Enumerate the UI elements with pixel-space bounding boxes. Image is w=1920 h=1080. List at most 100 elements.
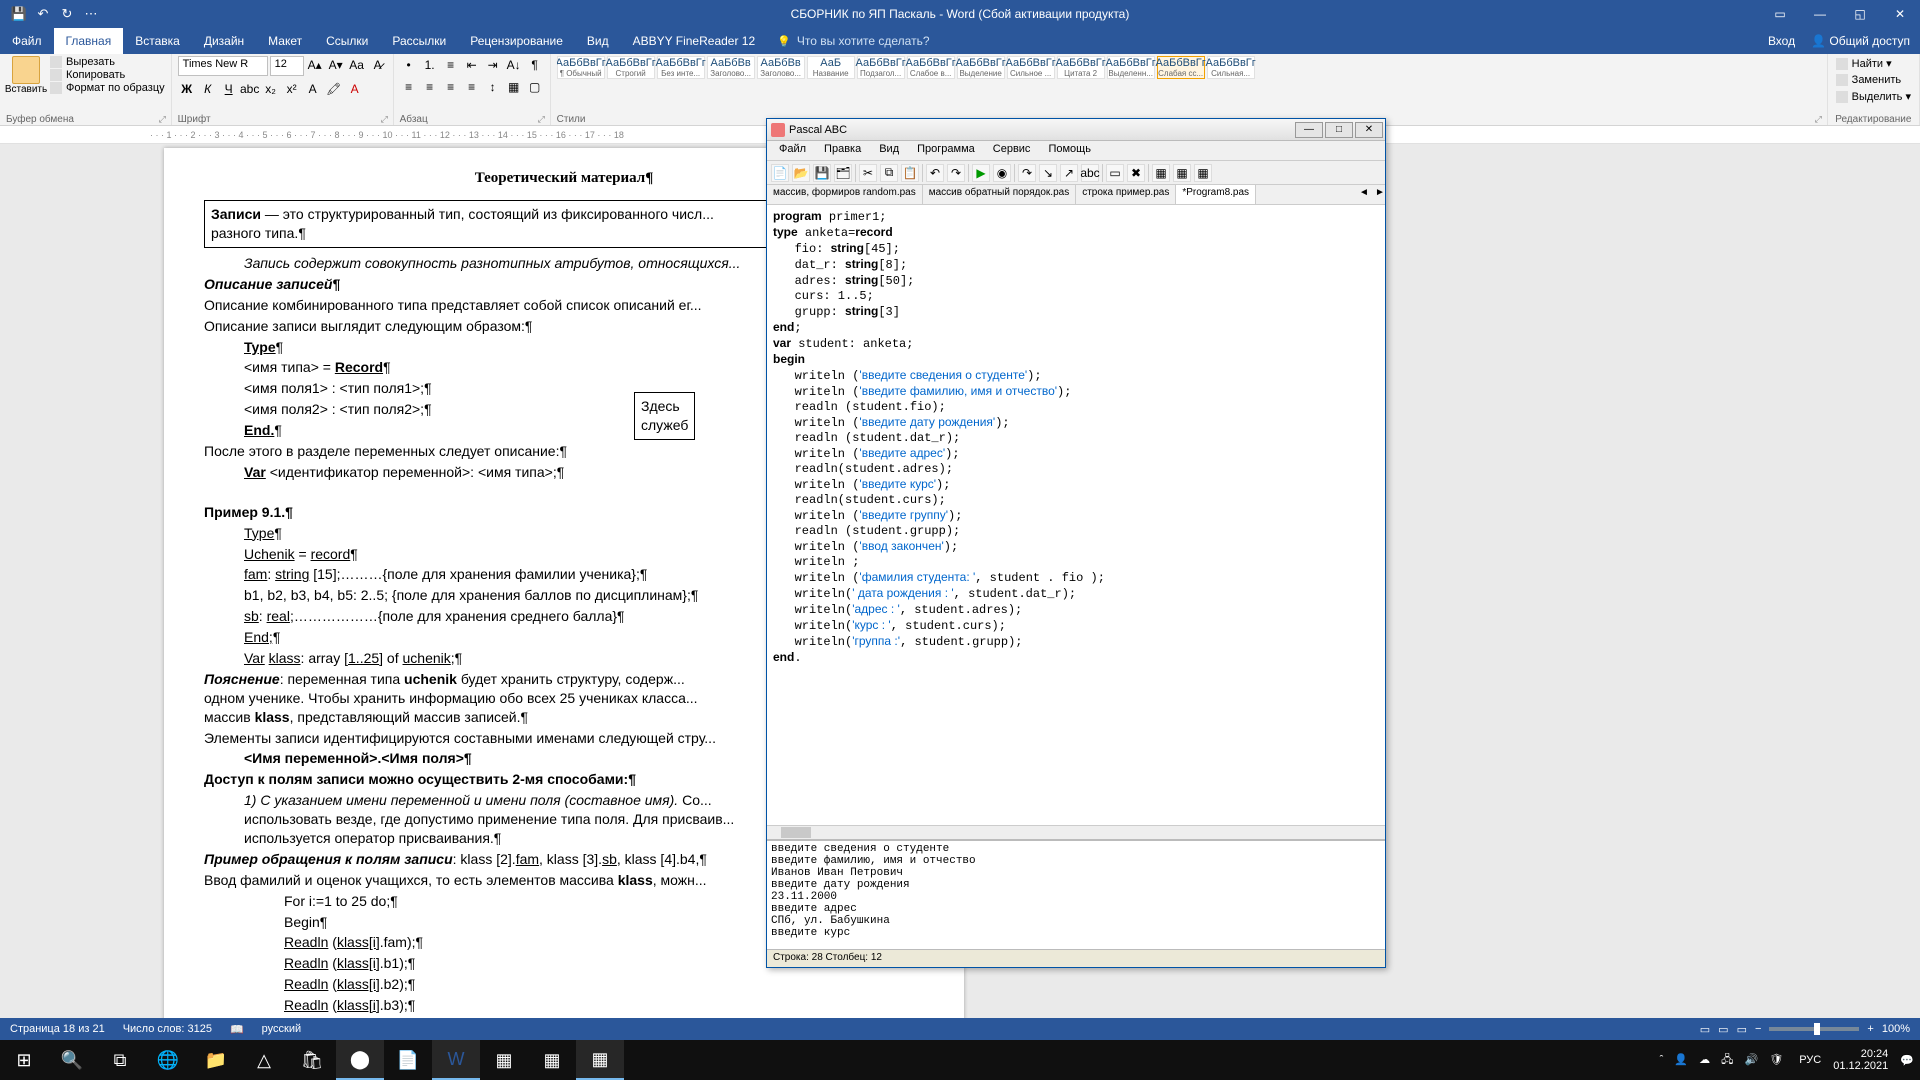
style-item[interactable]: АаБбВвГгПодзагол... <box>857 56 905 79</box>
pascal-menu-item[interactable]: Сервис <box>985 141 1039 160</box>
tb-store[interactable]: 🛍 <box>288 1040 336 1080</box>
tb-chrome[interactable]: ⬤ <box>336 1040 384 1080</box>
view-print-icon[interactable]: ▭ <box>1718 1023 1728 1036</box>
style-item[interactable]: АаБбВвГгЦитата 2 <box>1057 56 1105 79</box>
tab-review[interactable]: Рецензирование <box>458 28 575 54</box>
minimize-icon[interactable]: — <box>1800 0 1840 28</box>
borders-icon[interactable]: ▢ <box>526 78 544 96</box>
tray-up-icon[interactable]: ˆ <box>1660 1054 1664 1066</box>
increase-indent-icon[interactable]: ⇥ <box>484 56 502 74</box>
dialog-launcher-icon[interactable]: ⤢ <box>538 114 548 124</box>
find-button[interactable]: Найти ▾ <box>1834 56 1894 71</box>
highlight-icon[interactable]: 🖍 <box>325 80 343 98</box>
tb-word[interactable]: W <box>432 1040 480 1080</box>
tab-layout[interactable]: Макет <box>256 28 314 54</box>
tab-references[interactable]: Ссылки <box>314 28 380 54</box>
tb-notepad[interactable]: 📄 <box>384 1040 432 1080</box>
bold-icon[interactable]: Ж <box>178 80 196 98</box>
align-right-icon[interactable]: ≡ <box>442 78 460 96</box>
tb-cut-icon[interactable]: ✂ <box>859 164 877 182</box>
style-item[interactable]: АаБбВвГг¶ Обычный <box>557 56 605 79</box>
zoom-slider[interactable] <box>1769 1027 1859 1031</box>
tellme-field[interactable]: Что вы хотите сделать? <box>777 28 929 54</box>
style-item[interactable]: АаБбВвГгСлабая сс... <box>1157 56 1205 79</box>
start-button[interactable]: ⊞ <box>0 1040 48 1080</box>
tab-file[interactable]: Файл <box>0 28 54 54</box>
tb-stepin-icon[interactable]: ↘ <box>1039 164 1057 182</box>
tb-redo-icon[interactable]: ↷ <box>947 164 965 182</box>
zoom-value[interactable]: 100% <box>1882 1023 1910 1035</box>
view-read-icon[interactable]: ▭ <box>1700 1023 1710 1036</box>
grow-font-icon[interactable]: A▴ <box>306 56 324 74</box>
tb-stepover-icon[interactable]: ↷ <box>1018 164 1036 182</box>
pascal-menu-item[interactable]: Вид <box>871 141 907 160</box>
style-item[interactable]: АаБбВвГгСильное ... <box>1007 56 1055 79</box>
style-item[interactable]: АаБНазвание <box>807 56 855 79</box>
pascal-file-tab[interactable]: строка пример.pas <box>1076 185 1176 204</box>
tray-net-icon[interactable]: 🖧 <box>1721 1054 1733 1066</box>
tray-cloud-icon[interactable]: ☁ <box>1699 1054 1710 1066</box>
style-item[interactable]: АаБбВвЗаголово... <box>757 56 805 79</box>
pascal-maximize-icon[interactable]: □ <box>1325 122 1353 138</box>
dialog-launcher-icon[interactable]: ⤢ <box>1815 114 1825 124</box>
subscript-icon[interactable]: x₂ <box>262 80 280 98</box>
strike-icon[interactable]: abc <box>241 80 259 98</box>
decrease-indent-icon[interactable]: ⇤ <box>463 56 481 74</box>
pascal-close-icon[interactable]: ✕ <box>1355 122 1383 138</box>
style-item[interactable]: АаБбВвГгВыделенн... <box>1107 56 1155 79</box>
tb-form-icon[interactable]: ▦ <box>1173 164 1191 182</box>
sort-icon[interactable]: A↓ <box>505 56 523 74</box>
tb-paste-icon[interactable]: 📋 <box>901 164 919 182</box>
cut-button[interactable]: Вырезать <box>50 56 165 68</box>
status-words[interactable]: Число слов: 3125 <box>123 1023 212 1035</box>
pascal-code-editor[interactable]: program primer1; type anketa=record fio:… <box>767 205 1385 825</box>
tb-explorer[interactable]: 📁 <box>192 1040 240 1080</box>
style-item[interactable]: АаБбВвГгСтрогий <box>607 56 655 79</box>
dialog-launcher-icon[interactable]: ⤢ <box>159 114 169 124</box>
paste-button[interactable]: Вставить <box>6 56 46 95</box>
align-center-icon[interactable]: ≡ <box>421 78 439 96</box>
qat-more[interactable]: ⋯ <box>82 5 100 23</box>
share-button[interactable]: 👤 Общий доступ <box>1811 34 1910 48</box>
style-item[interactable]: АаБбВвГгВыделение <box>957 56 1005 79</box>
tray[interactable]: ˆ 👤 ☁ 🖧 🔊 🛡 <box>1656 1051 1788 1070</box>
tb-stepout-icon[interactable]: ↗ <box>1060 164 1078 182</box>
qat-save[interactable]: 💾 <box>10 5 28 23</box>
tb-app1[interactable]: △ <box>240 1040 288 1080</box>
tray-lang[interactable]: РУС <box>1799 1054 1821 1066</box>
shrink-font-icon[interactable]: A▾ <box>327 56 345 74</box>
tb-grid-icon[interactable]: ▦ <box>1152 164 1170 182</box>
search-icon[interactable]: 🔍 <box>48 1040 96 1080</box>
pascal-file-tab[interactable]: массив, формиров random.pas <box>767 185 923 204</box>
underline-icon[interactable]: Ч <box>220 80 238 98</box>
tb-window-icon[interactable]: ▭ <box>1106 164 1124 182</box>
tb-props-icon[interactable]: ▦ <box>1194 164 1212 182</box>
tb-break-icon[interactable]: abc <box>1081 164 1099 182</box>
superscript-icon[interactable]: x² <box>283 80 301 98</box>
tab-scroll-left[interactable]: ◄ <box>1353 185 1369 204</box>
dialog-launcher-icon[interactable]: ⤢ <box>381 114 391 124</box>
status-proof-icon[interactable]: 📖 <box>230 1023 244 1036</box>
pascal-minimize-icon[interactable]: — <box>1295 122 1323 138</box>
line-spacing-icon[interactable]: ↕ <box>484 78 502 96</box>
font-size-select[interactable]: 12 <box>270 56 304 76</box>
tb-run-icon[interactable]: ▶ <box>972 164 990 182</box>
font-color-icon[interactable]: A <box>346 80 364 98</box>
ribbon-options-icon[interactable]: ▭ <box>1760 0 1800 28</box>
show-marks-icon[interactable]: ¶ <box>526 56 544 74</box>
pascal-menu-item[interactable]: Файл <box>771 141 814 160</box>
tb-new-icon[interactable]: 📄 <box>771 164 789 182</box>
qat-redo[interactable]: ↻ <box>58 5 76 23</box>
tb-app2[interactable]: ▦ <box>480 1040 528 1080</box>
bullets-icon[interactable]: • <box>400 56 418 74</box>
tb-stop-icon[interactable]: ◉ <box>993 164 1011 182</box>
tray-vol-icon[interactable]: 🔊 <box>1744 1054 1758 1066</box>
tab-home[interactable]: Главная <box>54 28 124 54</box>
zoom-in-icon[interactable]: + <box>1867 1023 1873 1035</box>
pascal-menu-item[interactable]: Правка <box>816 141 869 160</box>
pascal-file-tab[interactable]: массив обратный порядок.pas <box>923 185 1076 204</box>
change-case-icon[interactable]: Aa <box>348 56 366 74</box>
clear-format-icon[interactable]: A̷ <box>369 56 387 74</box>
select-button[interactable]: Выделить ▾ <box>1834 89 1913 104</box>
pascal-menu-item[interactable]: Программа <box>909 141 983 160</box>
